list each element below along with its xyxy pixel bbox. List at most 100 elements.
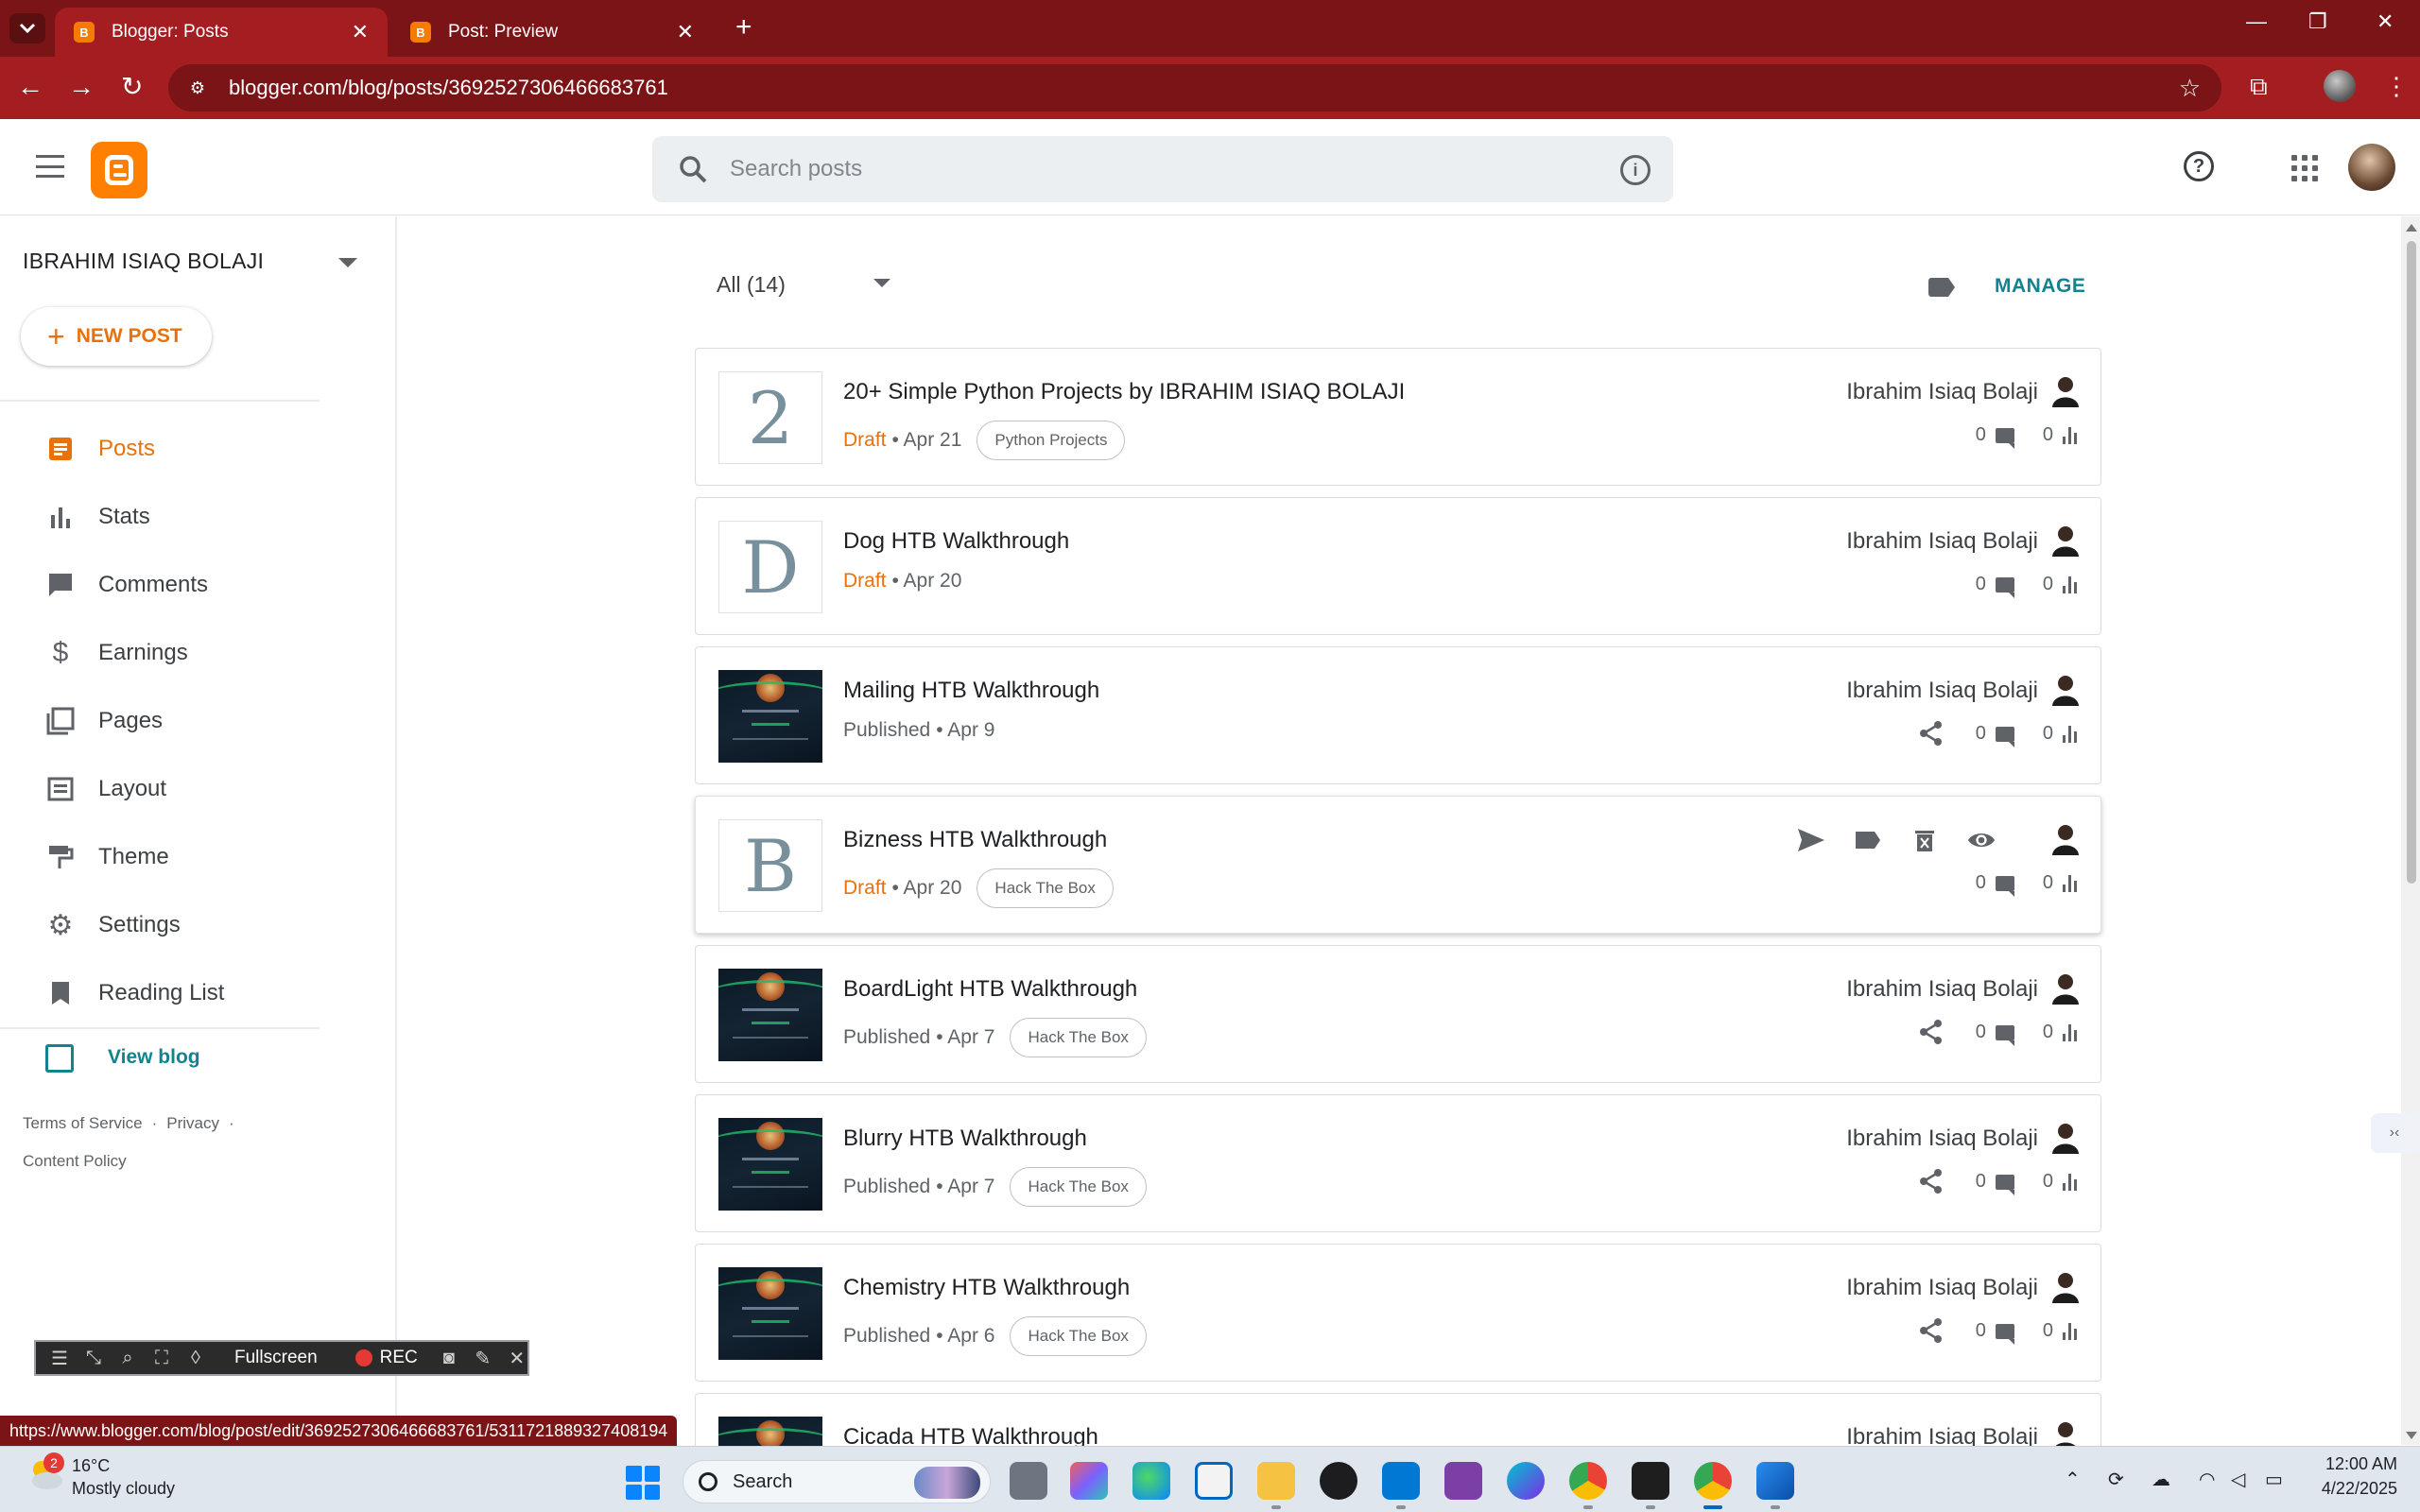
- microsoft-store-icon[interactable]: [1195, 1462, 1233, 1500]
- post-title[interactable]: Dog HTB Walkthrough: [843, 528, 1069, 555]
- scroll-down-arrow-icon[interactable]: [2406, 1432, 2417, 1439]
- sidebar-item-layout[interactable]: Layout: [0, 755, 320, 823]
- share-icon[interactable]: [1917, 1018, 1945, 1046]
- fullscreen-label[interactable]: Fullscreen: [234, 1348, 318, 1368]
- view-blog-link[interactable]: View blog: [45, 1044, 200, 1073]
- delete-trash-icon[interactable]: [1910, 825, 1940, 855]
- weather-temperature[interactable]: 16°C: [72, 1456, 110, 1476]
- photos-icon[interactable]: [1756, 1462, 1794, 1509]
- volume-icon[interactable]: ◁: [2231, 1468, 2245, 1491]
- bookmark-star-icon[interactable]: ☆: [2179, 74, 2201, 103]
- info-icon[interactable]: i: [1620, 155, 1651, 185]
- comment-icon[interactable]: [1995, 726, 2014, 747]
- zoom-icon[interactable]: ⌕: [117, 1348, 138, 1369]
- comment-icon[interactable]: [1995, 1174, 2014, 1195]
- restore-icon[interactable]: ❐: [2308, 9, 2327, 34]
- tab-search-button[interactable]: [9, 13, 45, 43]
- minimize-icon[interactable]: —: [2246, 9, 2267, 34]
- vscode-icon[interactable]: [1382, 1462, 1420, 1509]
- post-card[interactable]: 2 20+ Simple Python Projects by IBRAHIM I…: [695, 348, 2101, 486]
- chrome-icon[interactable]: [1569, 1462, 1607, 1509]
- stats-icon[interactable]: [2063, 1322, 2080, 1340]
- clock-date[interactable]: 4/22/2025: [2314, 1479, 2397, 1499]
- tab-post-preview[interactable]: B Post: Preview ✕: [391, 8, 713, 57]
- comment-icon[interactable]: [1995, 427, 2014, 449]
- post-thumbnail-letter[interactable]: D: [718, 521, 822, 613]
- side-panel-toggle-icon[interactable]: ›‹: [2371, 1113, 2418, 1153]
- label-icon[interactable]: [1853, 825, 1883, 855]
- post-title[interactable]: BoardLight HTB Walkthrough: [843, 976, 1137, 1003]
- sidebar-item-settings[interactable]: ⚙ Settings: [0, 891, 320, 959]
- pen-icon[interactable]: ✎: [473, 1347, 493, 1370]
- site-settings-icon[interactable]: ⚙: [183, 74, 212, 102]
- dropdown-caret-icon[interactable]: [873, 279, 890, 287]
- comment-icon[interactable]: [1995, 576, 2014, 598]
- copilot-icon[interactable]: [1070, 1462, 1108, 1500]
- post-label-chip[interactable]: Hack The Box: [1010, 1018, 1147, 1057]
- task-view-icon[interactable]: [1010, 1462, 1047, 1500]
- close-icon[interactable]: ✕: [677, 20, 694, 44]
- tab-blogger-posts[interactable]: B Blogger: Posts ✕: [55, 8, 388, 57]
- tray-overflow-chevron-icon[interactable]: ⌃: [2065, 1468, 2081, 1491]
- scrollbar-thumb[interactable]: [2407, 241, 2416, 884]
- wifi-icon[interactable]: ◠: [2199, 1468, 2215, 1491]
- search-input[interactable]: [730, 156, 1581, 182]
- hamburger-menu-icon[interactable]: [36, 155, 64, 178]
- stats-icon[interactable]: [2063, 576, 2080, 593]
- sidebar-item-earnings[interactable]: $ Earnings: [0, 619, 320, 687]
- address-bar[interactable]: ⚙ blogger.com/blog/posts/369252730646668…: [168, 64, 2221, 112]
- browser-menu-icon[interactable]: ⋮: [2384, 72, 2409, 101]
- help-icon[interactable]: ?: [2184, 151, 2214, 181]
- post-card[interactable]: B Bizness HTB Walkthrough Draft • Apr 20 Hac…: [695, 796, 2101, 934]
- content-policy-link[interactable]: Content Policy: [23, 1152, 127, 1170]
- reload-icon[interactable]: ↻: [121, 72, 143, 102]
- rec-button[interactable]: REC: [380, 1348, 418, 1368]
- post-thumbnail-letter[interactable]: 2: [718, 371, 822, 464]
- taskbar-search[interactable]: Search: [683, 1460, 991, 1503]
- onedrive-cloud-icon[interactable]: ☁: [2152, 1468, 2170, 1491]
- stats-icon[interactable]: [2063, 426, 2080, 444]
- sidebar-item-pages[interactable]: Pages: [0, 687, 320, 755]
- comment-icon[interactable]: [1995, 1024, 2014, 1046]
- post-title[interactable]: 20+ Simple Python Projects by IBRAHIM IS…: [843, 379, 1405, 405]
- weather-description[interactable]: Mostly cloudy: [72, 1479, 175, 1499]
- scrollbar[interactable]: [2401, 216, 2420, 1445]
- stats-icon[interactable]: [2063, 874, 2080, 892]
- blogger-logo[interactable]: [91, 142, 147, 198]
- clock-time[interactable]: 12:00 AM: [2314, 1454, 2397, 1474]
- terminal-icon[interactable]: [1632, 1462, 1669, 1509]
- camera-icon[interactable]: ◙: [439, 1348, 459, 1369]
- post-filter-select[interactable]: All (14): [717, 272, 786, 298]
- file-explorer-icon[interactable]: [1257, 1462, 1295, 1509]
- post-label-chip[interactable]: Hack The Box: [1010, 1316, 1147, 1356]
- sidebar-item-reading-list[interactable]: Reading List: [0, 959, 320, 1027]
- comment-icon[interactable]: [1995, 1323, 2014, 1345]
- window-close-icon[interactable]: ✕: [2377, 9, 2394, 34]
- sidebar-item-posts[interactable]: Posts: [0, 415, 320, 483]
- blog-name[interactable]: IBRAHIM ISIAQ BOLAJI: [23, 249, 264, 274]
- publish-send-icon[interactable]: [1796, 825, 1826, 855]
- drop-icon[interactable]: ◊: [185, 1348, 206, 1369]
- battery-icon[interactable]: ▭: [2265, 1468, 2283, 1491]
- post-card[interactable]: Blurry HTB Walkthrough Published • Apr 7 Ha…: [695, 1094, 2101, 1232]
- account-avatar[interactable]: [2348, 144, 2395, 191]
- post-thumbnail-letter[interactable]: B: [718, 819, 822, 912]
- privacy-link[interactable]: Privacy: [166, 1114, 219, 1132]
- share-icon[interactable]: [1917, 1167, 1945, 1195]
- post-card[interactable]: Chemistry HTB Walkthrough Published • Apr …: [695, 1244, 2101, 1382]
- post-thumbnail-image[interactable]: [718, 1267, 822, 1360]
- label-icon[interactable]: [1928, 278, 1955, 297]
- manage-labels-button[interactable]: MANAGE: [1995, 275, 2085, 298]
- post-title[interactable]: Chemistry HTB Walkthrough: [843, 1275, 1130, 1301]
- post-card[interactable]: BoardLight HTB Walkthrough Published • Apr…: [695, 945, 2101, 1083]
- comment-icon[interactable]: [1995, 875, 2014, 897]
- chrome-active-icon[interactable]: [1694, 1462, 1732, 1509]
- sidebar-item-stats[interactable]: Stats: [0, 483, 320, 551]
- post-thumbnail-image[interactable]: [718, 670, 822, 763]
- post-title[interactable]: Bizness HTB Walkthrough: [843, 827, 1107, 853]
- menu-icon[interactable]: ☰: [49, 1347, 70, 1370]
- dell-icon[interactable]: [1320, 1462, 1357, 1500]
- extensions-puzzle-icon[interactable]: ⧉: [2250, 72, 2268, 102]
- shrink-icon[interactable]: ⤡: [83, 1348, 104, 1369]
- post-thumbnail-image[interactable]: [718, 969, 822, 1061]
